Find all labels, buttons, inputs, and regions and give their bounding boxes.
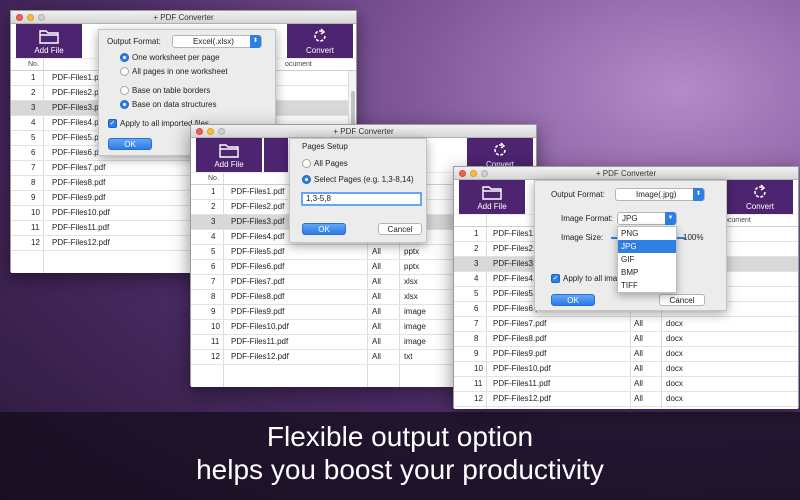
zoom-icon[interactable] [481,170,488,177]
convert-label: Convert [745,202,774,211]
radio-select-pages[interactable] [302,175,311,184]
image-options-sheet: Output Format: Image(.jpg) ⬍ Image Format… [534,180,727,311]
chevron-updown-icon: ⬍ [693,188,704,201]
table-borders-label: Base on table borders [132,86,211,95]
add-file-label: Add File [34,46,64,55]
pages-setup-sheet: Pages Setup All Pages Select Pages (e.g.… [289,138,427,243]
zoom-icon[interactable] [38,14,45,21]
pages-setup-title: Pages Setup [302,142,348,151]
banner-line-2: helps you boost your productivity [196,454,604,485]
apply-all-checkbox[interactable]: ✓ [551,274,560,283]
add-file-button[interactable]: Add File [196,138,262,172]
banner-line-1: Flexible output option [266,421,534,452]
radio-one-worksheet[interactable] [120,53,129,62]
close-icon[interactable] [196,128,203,135]
convert-label: Convert [305,46,334,55]
window-title: + PDF Converter [153,13,214,22]
image-format-label: Image Format: [561,214,614,223]
close-icon[interactable] [459,170,466,177]
add-file-button[interactable]: Add File [459,180,525,214]
dropdown-option[interactable]: BMP [618,266,676,279]
convert-button[interactable]: Convert [287,24,353,58]
convert-button[interactable]: Convert [727,180,793,214]
header-document: ocument [285,61,312,68]
dropdown-option[interactable]: PNG [618,227,676,240]
title-bar: + PDF Converter [191,125,536,138]
add-file-button[interactable]: Add File [16,24,82,58]
all-pages-label: All Pages [314,159,348,168]
folder-icon [219,144,239,158]
table-row[interactable]: 7 PDF-Files7.pdf All docx [454,317,798,332]
ok-button[interactable]: OK [302,223,346,235]
table-row[interactable]: 11 PDF-Files11.pdf All docx [454,377,798,392]
all-pages-label: All pages in one worksheet [132,67,228,76]
output-format-label: Output Format: [107,37,161,46]
output-format-select[interactable]: Image(.jpg) ⬍ [615,188,705,201]
ok-button[interactable]: OK [551,294,595,306]
minimize-icon[interactable] [207,128,214,135]
minimize-icon[interactable] [27,14,34,21]
table-row[interactable]: 8 PDF-Files8.pdf All docx [454,332,798,347]
window-title: + PDF Converter [333,127,394,136]
dropdown-option-selected[interactable]: JPG [618,240,676,253]
add-file-label: Add File [477,202,507,211]
window-title: + PDF Converter [595,169,657,178]
header-no: No. [208,175,219,182]
cancel-button[interactable]: Cancel [659,294,705,306]
table-row[interactable]: 10 PDF-Files10.pdf All docx [454,362,798,377]
dropdown-option[interactable]: TIFF [618,279,676,292]
radio-all-pages[interactable] [302,159,311,168]
title-bar: + PDF Converter [11,11,356,24]
add-file-label: Add File [214,160,244,169]
output-format-select[interactable]: Excel(.xlsx) ⬍ [172,35,262,48]
remove-button[interactable] [264,138,288,172]
cancel-button[interactable]: Cancel [378,223,422,235]
zoom-icon[interactable] [218,128,225,135]
radio-all-pages[interactable] [120,67,129,76]
folder-icon [39,30,59,44]
data-structures-label: Base on data structures [132,100,217,109]
refresh-icon [314,28,326,42]
apply-all-label: Apply to all ima [563,274,618,283]
select-pages-label: Select Pages (e.g. 1,3-8,14) [314,175,414,184]
image-format-select[interactable]: JPG ▼ [617,212,677,225]
header-document: ocument [724,217,751,224]
minimize-icon[interactable] [470,170,477,177]
close-icon[interactable] [16,14,23,21]
pages-input[interactable]: 1,3-5,8 [301,192,422,206]
converter-window-3: + PDF Converter Add File Convert ocument… [453,166,799,409]
table-row[interactable]: 9 PDF-Files9.pdf All docx [454,347,798,362]
refresh-icon [754,184,766,198]
output-format-label: Output Format: [551,190,605,199]
radio-data-structures[interactable] [120,100,129,109]
folder-icon [482,186,502,200]
radio-table-borders[interactable] [120,86,129,95]
header-no: No. [28,61,39,68]
chevron-updown-icon: ⬍ [250,35,261,48]
image-format-dropdown: PNG JPG GIF BMP TIFF [617,226,677,293]
refresh-icon [494,142,506,156]
promo-banner: Flexible output option helps you boost y… [0,412,800,500]
image-size-label: Image Size: [561,233,604,242]
table-row[interactable]: 12 PDF-Files12.pdf All docx [454,392,798,407]
apply-all-checkbox[interactable]: ✓ [108,119,117,128]
ok-button[interactable]: OK [108,138,152,150]
title-bar: + PDF Converter [454,167,798,180]
chevron-down-icon: ▼ [665,212,676,225]
one-worksheet-label: One worksheet per page [132,53,220,62]
image-size-value: 100% [683,233,704,242]
dropdown-option[interactable]: GIF [618,253,676,266]
